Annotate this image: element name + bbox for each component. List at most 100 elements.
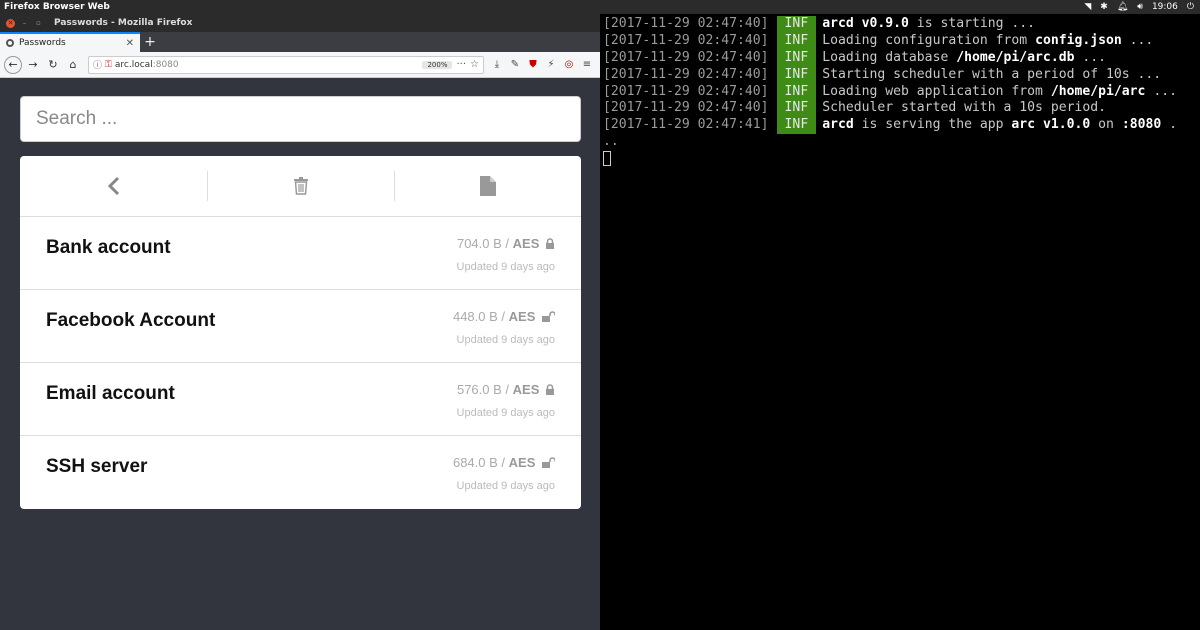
tab-close-icon[interactable]: ✕ bbox=[126, 38, 134, 49]
log-timestamp: [2017-11-29 02:47:40] bbox=[603, 32, 769, 48]
desktop-top-bar: Firefox Browser Web ◥ ✱ 🔔︎ 🔊︎ 19:06 ⏻ bbox=[0, 0, 1200, 14]
insecure-connection-icon[interactable]: ⚿ bbox=[105, 60, 112, 70]
list-item[interactable]: Bank account 704.0 B / AES Updated 9 day… bbox=[20, 217, 581, 290]
entry-encryption: AES bbox=[508, 309, 536, 324]
log-line: [2017-11-29 02:47:40] INF Loading configur… bbox=[603, 32, 1200, 50]
tab-label: Passwords bbox=[19, 38, 66, 48]
url-bar[interactable]: ⓘ ⚿ arc.local:8080 200% ··· ☆ bbox=[88, 55, 484, 74]
clock[interactable]: 19:06 bbox=[1152, 2, 1178, 12]
terminal-cursor bbox=[603, 151, 611, 167]
list-item[interactable]: Email account 576.0 B / AES Updated 9 da… bbox=[20, 363, 581, 436]
bookmark-star-icon[interactable]: ☆ bbox=[470, 59, 479, 70]
entry-encryption: AES bbox=[512, 236, 540, 251]
evernote-extension-icon[interactable]: ✎ bbox=[506, 56, 524, 74]
search-input[interactable] bbox=[36, 108, 580, 130]
new-tab-button[interactable]: + bbox=[140, 32, 160, 52]
entry-encryption: AES bbox=[508, 455, 536, 470]
extension-icon[interactable]: ⚡ bbox=[542, 56, 560, 74]
lock-closed-icon bbox=[546, 238, 554, 249]
log-message: Scheduler started with a 10s period. bbox=[822, 100, 1106, 116]
volume-icon[interactable]: 🔊︎ bbox=[1137, 2, 1143, 12]
log-message: Starting scheduler with a period of 10s … bbox=[822, 66, 1162, 82]
log-line: [2017-11-29 02:47:40] INF Loading web appl… bbox=[603, 83, 1200, 101]
entry-size-value: 704.0 B / bbox=[456, 236, 510, 251]
log-level-badge: INF bbox=[776, 100, 817, 118]
tab-strip: Passwords ✕ + bbox=[0, 32, 600, 52]
home-button[interactable]: ⌂ bbox=[64, 56, 82, 74]
log-timestamp: [2017-11-29 02:47:40] bbox=[603, 83, 769, 99]
delete-button[interactable] bbox=[207, 156, 394, 216]
search-box[interactable] bbox=[20, 96, 581, 142]
downloads-icon[interactable]: ⤓ bbox=[488, 56, 506, 74]
log-message: arcd v0.9.0 is starting ... bbox=[822, 16, 1036, 31]
log-line: [2017-11-29 02:47:40] INF arcd v0.9.0 is s… bbox=[603, 16, 1200, 33]
log-message: arcd is serving the app arc v1.0.0 on :8… bbox=[822, 117, 1178, 133]
log-level-badge: INF bbox=[776, 66, 817, 84]
power-icon[interactable]: ⏻ bbox=[1187, 2, 1194, 12]
entry-meta: 576.0 B / AES Updated 9 days ago bbox=[457, 382, 555, 435]
list-item[interactable]: Facebook Account 448.0 B / AES Updated 9… bbox=[20, 290, 581, 363]
back-button[interactable]: ← bbox=[4, 55, 22, 74]
entry-updated: Updated 9 days ago bbox=[456, 261, 555, 273]
entry-size-value: 448.0 B / bbox=[452, 309, 506, 324]
entry-size-value: 576.0 B / bbox=[456, 382, 510, 397]
window-title: Passwords - Mozilla Firefox bbox=[54, 18, 193, 28]
log-level-badge: INF bbox=[776, 32, 817, 50]
lock-open-icon bbox=[542, 311, 555, 322]
trash-icon bbox=[293, 177, 308, 195]
privacy-extension-icon[interactable]: ◎ bbox=[560, 56, 578, 74]
chevron-left-icon bbox=[107, 176, 119, 196]
entry-meta: 448.0 B / AES Updated 9 days ago bbox=[453, 309, 555, 362]
card-toolbar bbox=[20, 156, 581, 217]
reload-button[interactable]: ↻ bbox=[44, 56, 62, 74]
entry-title: Facebook Account bbox=[46, 310, 216, 331]
entry-size: 684.0 B / AES bbox=[453, 455, 555, 470]
terminal-cursor-line bbox=[603, 151, 1200, 168]
forward-button[interactable]: → bbox=[24, 56, 42, 74]
page-content: Bank account 704.0 B / AES Updated 9 day… bbox=[0, 78, 600, 630]
list-item[interactable]: SSH server 684.0 B / AES Updated 9 days … bbox=[20, 436, 581, 509]
zoom-level-badge[interactable]: 200% bbox=[422, 60, 453, 69]
log-message: Loading web application from /home/pi/ar… bbox=[822, 83, 1177, 99]
tab-passwords[interactable]: Passwords ✕ bbox=[0, 32, 140, 52]
navigation-toolbar: ← → ↻ ⌂ ⓘ ⚿ arc.local:8080 200% ··· ☆ ⤓ … bbox=[0, 52, 600, 78]
log-timestamp: [2017-11-29 02:47:40] bbox=[603, 100, 769, 116]
notification-bell-icon[interactable]: 🔔︎ bbox=[1117, 2, 1128, 12]
wifi-icon[interactable]: ◥ bbox=[1084, 2, 1091, 12]
menu-icon[interactable]: ≡ bbox=[578, 56, 596, 74]
active-app-name: Firefox Browser Web bbox=[4, 2, 110, 12]
entry-size: 576.0 B / AES bbox=[457, 382, 555, 397]
back-nav-button[interactable] bbox=[20, 156, 207, 216]
lock-closed-icon bbox=[546, 384, 554, 395]
page-actions-icon[interactable]: ··· bbox=[456, 59, 466, 70]
window-titlebar: ✕ – ▫ Passwords - Mozilla Firefox bbox=[0, 14, 600, 32]
terminal-window[interactable]: [2017-11-29 02:47:40] INF arcd v0.9.0 is s… bbox=[601, 14, 1200, 630]
close-window-button[interactable]: ✕ bbox=[6, 18, 15, 28]
entry-title: SSH server bbox=[46, 456, 148, 477]
site-info-icon[interactable]: ⓘ bbox=[93, 58, 102, 71]
entry-encryption: AES bbox=[512, 382, 540, 397]
log-level-badge: INF bbox=[776, 83, 817, 101]
secrets-list: Bank account 704.0 B / AES Updated 9 day… bbox=[20, 217, 581, 509]
log-line-wrap: .. bbox=[603, 134, 619, 150]
entry-size-value: 684.0 B / bbox=[452, 455, 506, 470]
new-file-button[interactable] bbox=[394, 156, 581, 216]
ublock-extension-icon[interactable]: ⛊ bbox=[524, 56, 542, 74]
log-message: Loading database /home/pi/arc.db ... bbox=[822, 49, 1107, 65]
maximize-window-button[interactable]: ▫ bbox=[34, 19, 43, 28]
log-level-badge: INF bbox=[776, 117, 817, 135]
log-line: [2017-11-29 02:47:40] INF Loading database… bbox=[603, 49, 1200, 67]
system-tray: ◥ ✱ 🔔︎ 🔊︎ 19:06 ⏻ bbox=[1084, 0, 1194, 14]
entry-title: Email account bbox=[46, 383, 175, 404]
entry-updated: Updated 9 days ago bbox=[456, 480, 555, 492]
bluetooth-icon[interactable]: ✱ bbox=[1100, 2, 1108, 12]
minimize-window-button[interactable]: – bbox=[20, 19, 29, 28]
log-timestamp: [2017-11-29 02:47:40] bbox=[603, 16, 769, 31]
log-timestamp: [2017-11-29 02:47:40] bbox=[603, 49, 769, 65]
entry-updated: Updated 9 days ago bbox=[456, 334, 555, 346]
file-icon bbox=[479, 176, 496, 196]
entry-meta: 704.0 B / AES Updated 9 days ago bbox=[457, 236, 555, 289]
url-port: :8080 bbox=[152, 59, 179, 70]
favicon-icon bbox=[6, 39, 14, 47]
entry-size: 704.0 B / AES bbox=[457, 236, 555, 251]
